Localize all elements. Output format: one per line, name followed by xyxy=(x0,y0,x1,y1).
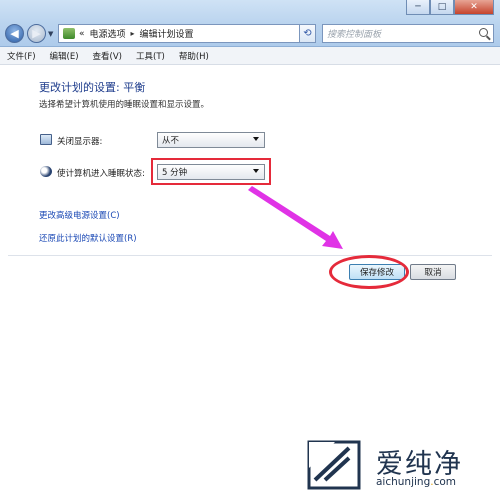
annotation-arrow xyxy=(248,186,343,249)
brand-logo-icon xyxy=(307,440,361,490)
annotation-overlay xyxy=(248,186,343,249)
watermark-url-part1: aichunjing xyxy=(376,476,431,488)
watermark-url-part2: com xyxy=(433,476,457,488)
watermark-url: aichunjing.com xyxy=(376,476,456,488)
